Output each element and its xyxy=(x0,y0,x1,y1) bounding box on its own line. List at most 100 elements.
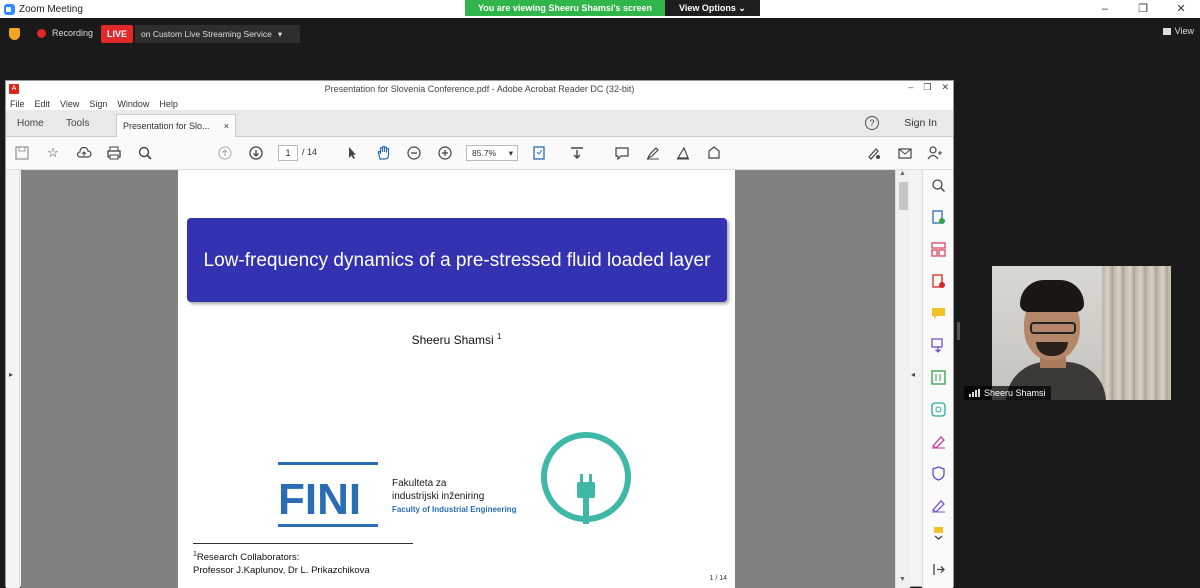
scroll-mode-icon[interactable] xyxy=(569,145,585,161)
highlight-pen-icon[interactable] xyxy=(645,145,661,161)
create-pdf-icon[interactable] xyxy=(931,210,946,225)
stream-target-label: on Custom Live Streaming Service xyxy=(141,29,272,39)
slide-title: Low-frequency dynamics of a pre-stressed… xyxy=(187,218,727,302)
view-options-button[interactable]: View Options ⌄ xyxy=(665,0,760,16)
participant-video[interactable] xyxy=(992,266,1171,400)
expand-left-panel-icon[interactable]: ▸ xyxy=(9,370,13,379)
recording-dot-icon xyxy=(37,29,46,38)
comment-tool-icon[interactable] xyxy=(931,306,946,321)
stamp-icon[interactable] xyxy=(706,145,722,161)
zoom-window-title-text: Zoom Meeting xyxy=(19,3,83,15)
shield-icon[interactable] xyxy=(9,28,20,40)
stream-target-select[interactable]: on Custom Live Streaming Service ▾ xyxy=(135,25,300,43)
save-icon[interactable] xyxy=(14,145,30,161)
tab-close-icon[interactable]: × xyxy=(224,121,229,131)
zoom-in-icon[interactable] xyxy=(437,145,453,161)
acrobat-tabbar: Home Tools Presentation for Slo... × ? S… xyxy=(6,110,953,137)
maximize-button[interactable]: ❐ xyxy=(1124,0,1162,18)
protect-shield-icon[interactable] xyxy=(931,466,946,481)
share-user-icon[interactable] xyxy=(927,145,943,161)
menu-help[interactable]: Help xyxy=(159,99,178,109)
left-nav-strip: ▸ xyxy=(6,170,20,588)
tools-pane xyxy=(922,170,953,588)
recording-label[interactable]: Recording xyxy=(52,28,93,38)
organize-pages-icon[interactable] xyxy=(931,242,946,257)
panel-resize-handle[interactable] xyxy=(957,322,960,340)
combine-files-icon[interactable] xyxy=(931,338,946,353)
collapse-right-panel-icon[interactable]: ◂ xyxy=(911,370,915,379)
menu-view[interactable]: View xyxy=(60,99,79,109)
document-area[interactable]: Low-frequency dynamics of a pre-stressed… xyxy=(21,170,895,588)
author-footnote-mark: 1 xyxy=(496,332,502,341)
participant-hair xyxy=(1020,280,1084,312)
page-number-input[interactable]: 1 xyxy=(278,145,298,161)
tab-document-label: Presentation for Slo... xyxy=(123,121,210,131)
acrobat-close-button[interactable]: ✕ xyxy=(941,82,949,93)
view-button[interactable]: View xyxy=(1162,26,1194,36)
bookmark-star-icon[interactable]: ☆ xyxy=(45,145,61,161)
acrobat-logo-icon: A xyxy=(9,84,19,94)
hand-tool-icon[interactable] xyxy=(375,145,391,161)
slide-author: Sheeru Shamsi 1 xyxy=(178,332,735,347)
menu-sign[interactable]: Sign xyxy=(89,99,107,109)
zoom-level-select[interactable]: 85.7% ▾ xyxy=(466,145,518,161)
upload-cloud-icon[interactable] xyxy=(76,145,92,161)
chevron-down-icon: ▾ xyxy=(277,28,283,39)
acrobat-window: A Presentation for Slovenia Conference.p… xyxy=(5,80,954,588)
participant-name-tag: Sheeru Shamsi xyxy=(964,386,1051,400)
fini-logo-word: FINI xyxy=(278,475,361,524)
acrobat-maximize-button[interactable]: ❐ xyxy=(923,82,931,93)
collapse-tools-icon[interactable] xyxy=(931,562,946,577)
scan-ocr-icon[interactable] xyxy=(931,402,946,417)
zoom-titlebar: Zoom Meeting You are viewing Sheeru Sham… xyxy=(0,0,1200,18)
fill-sign-icon[interactable] xyxy=(866,145,882,161)
search-icon[interactable] xyxy=(137,145,153,161)
live-badge: LIVE xyxy=(101,25,133,43)
zoom-meeting-bar: Recording LIVE on Custom Live Streaming … xyxy=(0,18,1200,78)
print-icon[interactable] xyxy=(106,145,122,161)
close-button[interactable]: ✕ xyxy=(1162,0,1200,18)
vertical-scrollbar[interactable]: ▲ ▼ xyxy=(895,170,910,588)
pdf-page: Low-frequency dynamics of a pre-stressed… xyxy=(178,170,735,588)
fini-logo-text: Fakulteta za industrijski inženiring xyxy=(392,477,484,503)
comment-icon[interactable] xyxy=(614,145,630,161)
menu-edit[interactable]: Edit xyxy=(35,99,51,109)
more-tools-icon[interactable] xyxy=(931,526,946,541)
request-signature-icon[interactable] xyxy=(931,498,946,513)
help-icon[interactable]: ? xyxy=(865,116,879,130)
previous-page-icon[interactable] xyxy=(217,145,233,161)
acrobat-content: ▸ Low-frequency dynamics of a pre-stress… xyxy=(6,170,953,588)
tab-document[interactable]: Presentation for Slo... × xyxy=(116,114,236,137)
tab-home[interactable]: Home xyxy=(17,118,44,129)
zoom-search-icon[interactable] xyxy=(931,178,946,193)
tab-tools[interactable]: Tools xyxy=(66,118,89,129)
fill-and-sign-icon[interactable] xyxy=(931,434,946,449)
minimize-button[interactable]: – xyxy=(1086,0,1124,18)
slide-page-number: 1 / 14 xyxy=(709,575,727,582)
export-pdf-icon[interactable] xyxy=(931,274,946,289)
scroll-down-icon[interactable]: ▼ xyxy=(899,576,906,583)
scroll-up-icon[interactable]: ▲ xyxy=(899,170,906,177)
scroll-thumb[interactable] xyxy=(899,182,908,210)
acrobat-minimize-button[interactable]: – xyxy=(908,82,913,93)
sign-in-button[interactable]: Sign In xyxy=(904,117,937,129)
footnote-rule xyxy=(193,543,413,544)
zoom-out-icon[interactable] xyxy=(406,145,422,161)
select-cursor-icon[interactable] xyxy=(344,145,360,161)
edit-pdf-icon[interactable] xyxy=(931,370,946,385)
logo-line-2: industrijski inženiring xyxy=(392,491,485,502)
zoom-logo-icon xyxy=(4,3,15,15)
draw-icon[interactable] xyxy=(675,145,691,161)
acrobat-titlebar: A Presentation for Slovenia Conference.p… xyxy=(6,81,953,97)
fit-page-icon[interactable] xyxy=(532,145,548,161)
menu-file[interactable]: File xyxy=(10,99,25,109)
next-page-icon[interactable] xyxy=(248,145,264,161)
email-icon[interactable] xyxy=(897,145,913,161)
menu-window[interactable]: Window xyxy=(117,99,149,109)
acrobat-menubar: File Edit View Sign Window Help xyxy=(6,97,953,110)
slide-footnote: 1Research Collaborators: Professor J.Kap… xyxy=(193,548,370,577)
footnote-line-1: Research Collaborators: xyxy=(196,552,300,564)
participant-name: Sheeru Shamsi xyxy=(984,388,1046,398)
zoom-level-value: 85.7% xyxy=(472,148,497,158)
page-total-label: / 14 xyxy=(302,147,318,157)
